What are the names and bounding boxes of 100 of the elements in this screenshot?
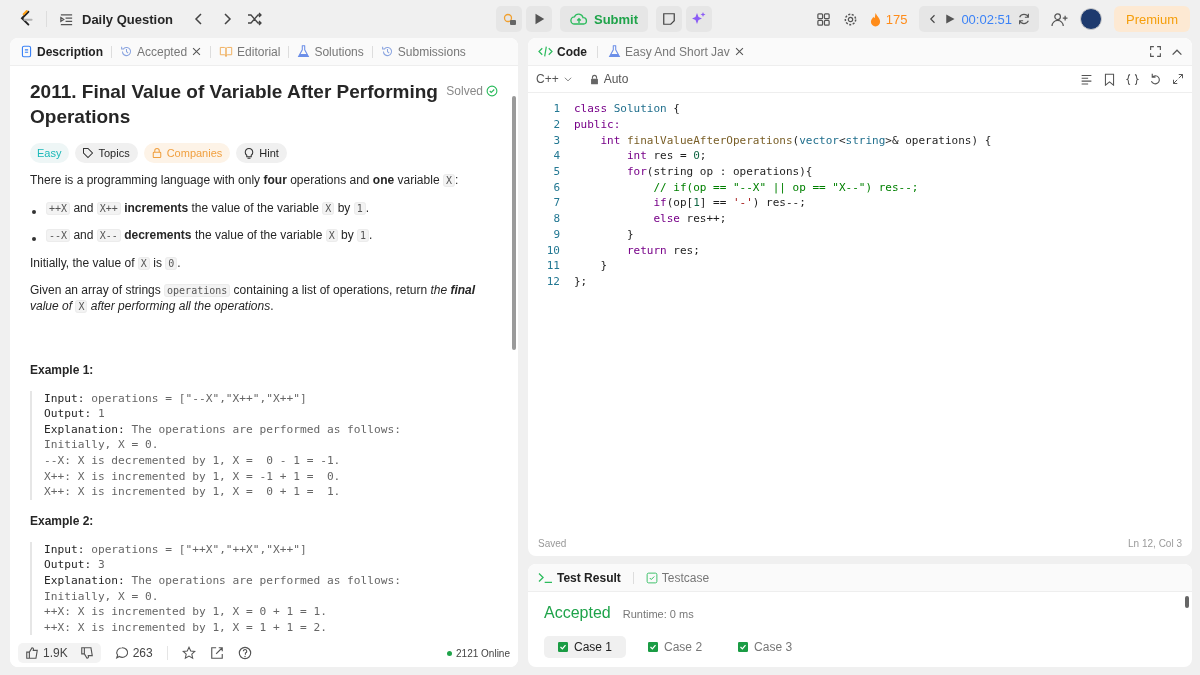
shuffle-icon[interactable] (247, 11, 264, 27)
language-dropdown[interactable]: C++ (536, 72, 573, 86)
topic-tag[interactable]: Hint (236, 143, 287, 163)
panel-tab[interactable]: Easy And Short Jav (606, 44, 747, 59)
panel-tab[interactable]: Description (18, 44, 105, 59)
example-line: Input: operations = ["++X","++X","X++"] (44, 541, 308, 558)
code-line: int finalValueAfterOperations(vector<string>& operations) { (599, 133, 992, 147)
tab-label: Accepted (137, 44, 188, 59)
bulb-icon (243, 147, 256, 159)
flame-icon (869, 11, 881, 27)
tab-label: Easy And Short Jav (625, 44, 730, 59)
line-number: 12 (545, 274, 560, 288)
panel-tab[interactable]: Editorial (217, 44, 283, 59)
example-line: X++: X is incremented by 1, X = 0 + 1 = 1. (44, 484, 342, 500)
check-icon (558, 642, 568, 652)
expand-icon[interactable] (1172, 73, 1184, 85)
example-line: Output: 3 (44, 557, 106, 573)
play-icon[interactable] (944, 13, 957, 25)
code-line: class Solution { (574, 102, 680, 116)
line-number: 9 (552, 227, 560, 241)
panel-tab[interactable]: Solutions (295, 44, 366, 59)
undo-icon[interactable] (1149, 72, 1162, 86)
tab-label: Solutions (314, 44, 364, 59)
star-icon[interactable] (181, 646, 196, 660)
code-line: }; (574, 274, 588, 288)
close-icon[interactable] (191, 46, 203, 57)
line-number: 6 (552, 180, 560, 194)
topic-tag[interactable]: Topics (75, 143, 138, 163)
chevron-down-icon (562, 74, 573, 84)
line-number: 4 (552, 149, 560, 163)
panel-tab[interactable]: Test Result (536, 570, 623, 585)
check-icon (738, 642, 749, 652)
logo-icon[interactable] (18, 9, 34, 29)
case-tab[interactable]: Case 1 (544, 636, 627, 658)
close-icon[interactable] (733, 46, 745, 57)
history-icon (120, 45, 133, 58)
layout-icon[interactable] (815, 11, 831, 27)
example-title: Example 1: (30, 362, 95, 377)
sparkle-button[interactable] (686, 6, 713, 32)
help-icon[interactable] (237, 646, 252, 660)
lock-icon (150, 147, 163, 159)
example-line: Initially, X = 0. (44, 588, 160, 605)
code-line: } (599, 259, 608, 273)
line-number: 3 (552, 133, 560, 147)
runtime-text: Runtime: 0 ms (622, 608, 694, 620)
comments-button[interactable]: 263 (114, 646, 153, 660)
submit-button[interactable]: Submit (559, 6, 649, 32)
description-text: Given an array of strings operations containing a list of operations, return the final value of X after performing all the operations. (30, 283, 477, 315)
document-icon (20, 45, 33, 58)
settings-icon[interactable] (842, 11, 858, 27)
line-number: 5 (552, 165, 560, 179)
braces-icon[interactable] (1126, 72, 1139, 86)
run-button[interactable] (525, 6, 552, 32)
code-line: if(op[1] == '-') res--; (652, 196, 806, 210)
add-user-icon[interactable] (1051, 11, 1068, 27)
problem-list-title[interactable]: Daily Question (82, 11, 174, 27)
panel-tab[interactable]: Testcase (643, 570, 712, 585)
flask-icon (608, 45, 621, 58)
line-number: 1 (552, 102, 560, 116)
line-number: 8 (552, 212, 560, 226)
format-icon[interactable] (1080, 72, 1093, 86)
tab-label: Description (37, 44, 103, 59)
example-line: ++X: X is incremented by 1, X = 1 + 1 = 2. (44, 619, 328, 636)
check-icon (648, 642, 659, 652)
example-line: Explanation: The operations are performed as follows: (44, 572, 402, 589)
fullscreen-icon[interactable] (1149, 45, 1162, 58)
debug-button[interactable] (495, 6, 522, 32)
tab-label: Submissions (397, 44, 466, 59)
description-text: There is a programming language with only four operations and one variable X : (30, 173, 459, 189)
panel-tab[interactable]: Code (536, 44, 589, 59)
example-line: --X: X is decremented by 1, X = 0 - 1 = -1. (44, 452, 342, 469)
example-line: Explanation: The operations are performed as follows: (44, 421, 402, 438)
bullet-icon (32, 237, 36, 242)
timer-text: 00:02:51 (961, 11, 1012, 27)
panel-tab[interactable]: Submissions (378, 44, 468, 59)
description-text: ++X and X++ increments the value of the variable X by 1 . (46, 200, 370, 217)
example-line: X++: X is incremented by 1, X = -1 + 1 = 0. (44, 468, 342, 485)
line-number: 7 (552, 196, 560, 210)
list-icon[interactable] (59, 11, 74, 27)
code-line: int res = 0; (625, 149, 707, 163)
line-number: 11 (545, 259, 560, 273)
online-count: 2121 Online (447, 647, 510, 659)
panel-tab[interactable]: Accepted (118, 44, 205, 59)
reset-icon[interactable] (1017, 12, 1031, 26)
example-title: Example 2: (30, 513, 95, 528)
dislike-icon[interactable] (79, 646, 94, 660)
tab-label: Code (557, 44, 587, 59)
share-icon[interactable] (209, 646, 224, 660)
example-line: Initially, X = 0. (44, 437, 160, 453)
auto-mode[interactable]: Auto (588, 72, 629, 86)
line-number: 2 (552, 118, 560, 132)
code-line: for(string op : operations){ (625, 165, 813, 179)
bookmark-icon[interactable] (1103, 72, 1116, 86)
code-line: else res++; (652, 212, 727, 226)
avatar[interactable] (1080, 8, 1102, 30)
verdict-text: Accepted (544, 604, 611, 621)
bullet-icon (32, 209, 36, 214)
note-button[interactable] (656, 6, 683, 32)
line-number: 10 (545, 243, 560, 257)
solved-status: Solved (446, 84, 498, 98)
